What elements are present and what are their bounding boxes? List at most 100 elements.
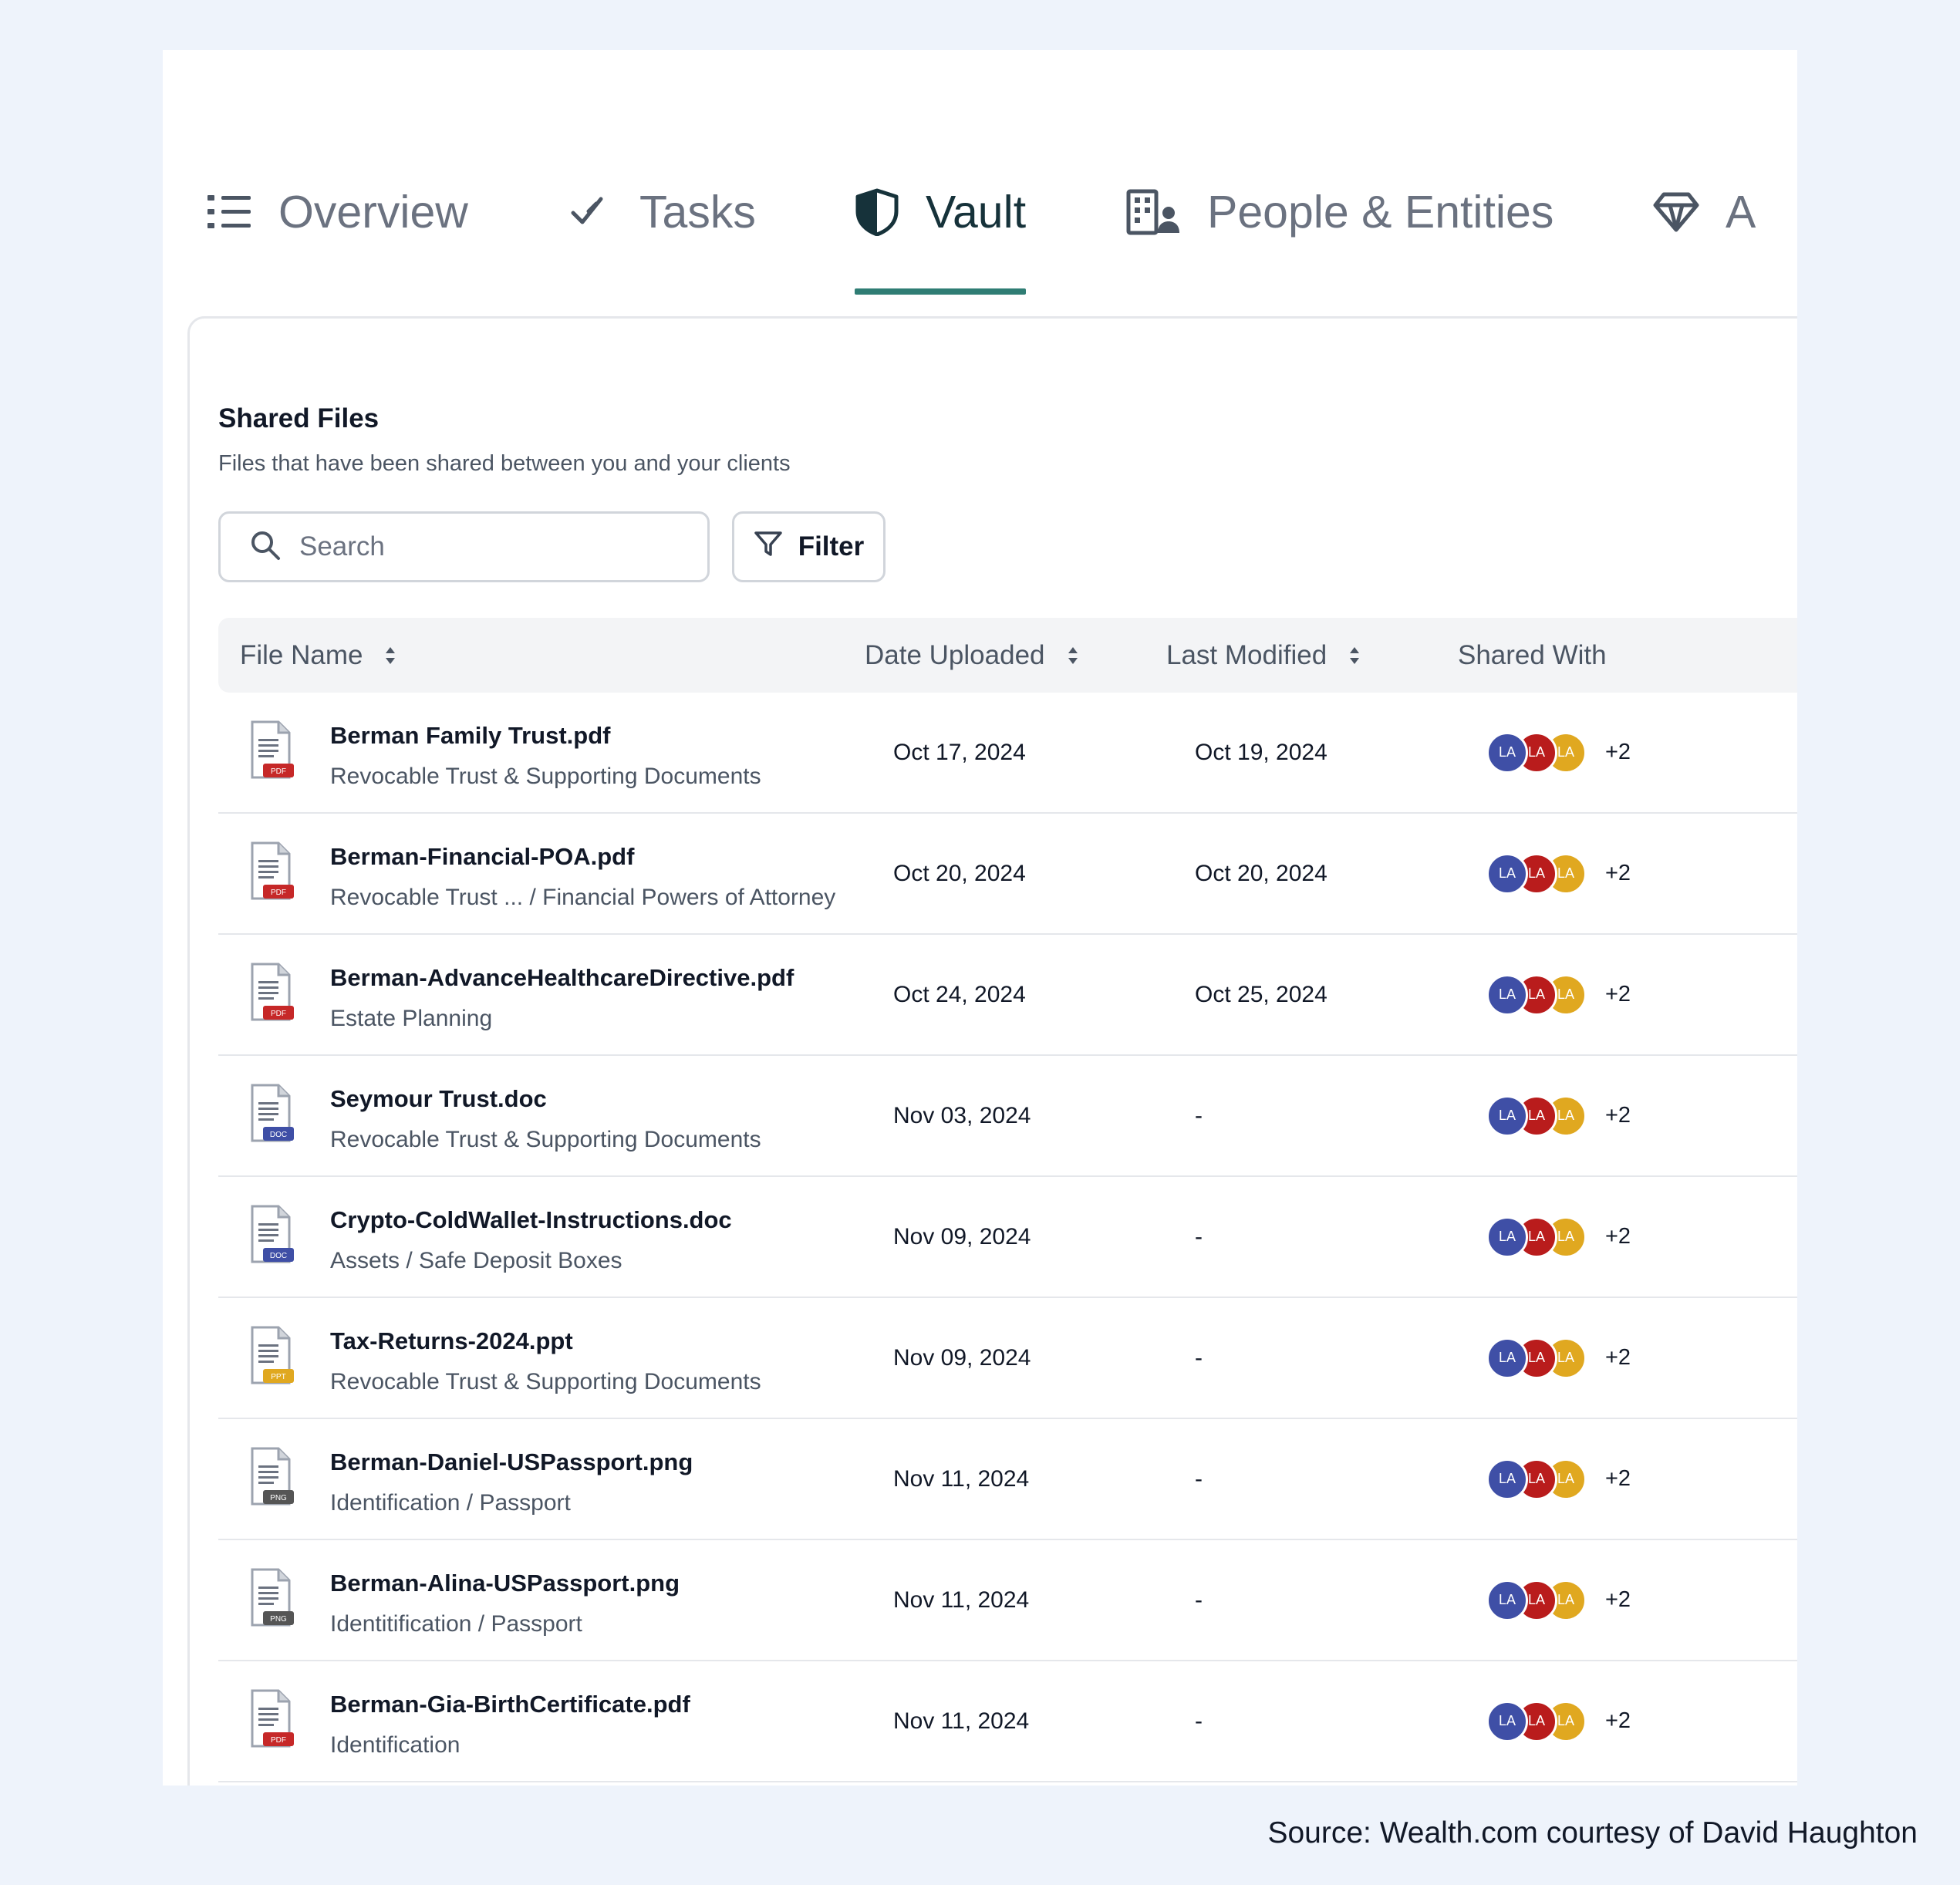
table-row[interactable]: PDF Berman-Gia-BirthCertificate.pdf Iden… <box>218 1661 1797 1782</box>
shared-with[interactable]: LA LA LA +2 <box>1486 1298 1631 1418</box>
tab-people-entities[interactable]: People & Entities <box>1125 158 1553 266</box>
shared-with[interactable]: LA LA LA +2 <box>1486 814 1631 933</box>
last-modified: - <box>1195 1587 1203 1613</box>
building-person-icon <box>1125 188 1181 236</box>
panel-title: Shared Files <box>218 403 380 433</box>
shared-with[interactable]: LA LA LA +2 <box>1486 935 1631 1054</box>
file-name[interactable]: Crypto-ColdWallet-Instructions.doc <box>330 1206 732 1234</box>
last-modified: Oct 19, 2024 <box>1195 739 1327 765</box>
date-uploaded: Nov 09, 2024 <box>893 1223 1031 1249</box>
more-count: +2 <box>1605 982 1631 1007</box>
svg-text:PNG: PNG <box>270 1615 287 1624</box>
file-name[interactable]: Berman-Daniel-USPassport.png <box>330 1448 693 1476</box>
ppt-file-icon: PPT <box>248 1326 295 1388</box>
file-category: Identification / Passport <box>330 1490 571 1516</box>
avatar: LA <box>1486 731 1528 774</box>
filter-button[interactable]: Filter <box>732 511 886 582</box>
shared-with[interactable]: LA LA LA +2 <box>1486 1177 1631 1297</box>
diamond-icon <box>1653 191 1699 233</box>
date-uploaded: Nov 03, 2024 <box>893 1102 1031 1128</box>
tab-label: Tasks <box>639 187 756 238</box>
more-count: +2 <box>1605 1345 1631 1370</box>
date-uploaded: Nov 11, 2024 <box>893 1708 1030 1734</box>
search-box[interactable] <box>218 511 710 582</box>
search-icon <box>250 530 281 565</box>
more-count: +2 <box>1605 1587 1631 1612</box>
column-header-date-uploaded[interactable]: Date Uploaded <box>865 618 1079 693</box>
app-card: Overview Tasks Vault People & Entities A… <box>163 50 1797 1786</box>
shared-with[interactable]: LA LA LA +2 <box>1486 1540 1631 1660</box>
date-uploaded: Oct 20, 2024 <box>893 860 1026 886</box>
svg-text:DOC: DOC <box>270 1252 287 1260</box>
avatar: LA <box>1486 1579 1528 1621</box>
file-name[interactable]: Berman-AdvanceHealthcareDirective.pdf <box>330 964 794 992</box>
avatar: LA <box>1486 1337 1528 1379</box>
panel-subtitle: Files that have been shared between you … <box>218 451 791 476</box>
avatar: LA <box>1486 1094 1528 1137</box>
file-list: PDF Berman Family Trust.pdf Revocable Tr… <box>218 693 1797 1782</box>
shared-with[interactable]: LA LA LA +2 <box>1486 693 1631 812</box>
date-uploaded: Nov 11, 2024 <box>893 1465 1030 1492</box>
last-modified: - <box>1195 1223 1203 1249</box>
avatar: LA <box>1486 1216 1528 1258</box>
tab-bar: Overview Tasks Vault People & Entities A <box>163 50 1756 312</box>
table-row[interactable]: PDF Berman-Financial-POA.pdf Revocable T… <box>218 814 1797 935</box>
table-header: File Name Date Uploaded Last Modified Sh… <box>218 618 1797 693</box>
filter-label: Filter <box>798 531 865 561</box>
more-count: +2 <box>1605 1103 1631 1128</box>
file-name[interactable]: Berman-Alina-USPassport.png <box>330 1570 680 1597</box>
last-modified: - <box>1195 1708 1203 1734</box>
file-name[interactable]: Berman-Financial-POA.pdf <box>330 843 634 871</box>
table-row[interactable]: PDF Berman Family Trust.pdf Revocable Tr… <box>218 693 1797 814</box>
filter-icon <box>754 530 783 565</box>
svg-text:PPT: PPT <box>271 1373 285 1381</box>
last-modified: - <box>1195 1344 1203 1371</box>
file-category: Revocable Trust ... / Financial Powers o… <box>330 885 836 910</box>
table-row[interactable]: PDF Berman-AdvanceHealthcareDirective.pd… <box>218 935 1797 1056</box>
file-category: Estate Planning <box>330 1006 493 1031</box>
file-name[interactable]: Tax-Returns-2024.ppt <box>330 1327 573 1355</box>
tab-tasks[interactable]: Tasks <box>570 158 756 266</box>
pdf-file-icon: PDF <box>248 963 295 1024</box>
more-count: +2 <box>1605 1224 1631 1249</box>
png-file-icon: PNG <box>248 1568 295 1630</box>
tab-label: Vault <box>926 187 1027 238</box>
avatar: LA <box>1486 852 1528 895</box>
shared-with[interactable]: LA LA LA +2 <box>1486 1419 1631 1539</box>
tab-assets[interactable]: A <box>1653 158 1756 266</box>
svg-text:PDF: PDF <box>271 889 286 897</box>
column-header-file-name[interactable]: File Name <box>240 618 396 693</box>
table-row[interactable]: PNG Berman-Alina-USPassport.png Identiti… <box>218 1540 1797 1661</box>
shared-with[interactable]: LA LA LA +2 <box>1486 1056 1631 1175</box>
search-input[interactable] <box>298 531 671 563</box>
svg-text:DOC: DOC <box>270 1131 287 1139</box>
tab-vault[interactable]: Vault <box>855 158 1027 295</box>
table-row[interactable]: DOC Crypto-ColdWallet-Instructions.doc A… <box>218 1177 1797 1298</box>
table-row[interactable]: PNG Berman-Daniel-USPassport.png Identif… <box>218 1419 1797 1540</box>
file-name[interactable]: Seymour Trust.doc <box>330 1085 547 1113</box>
file-category: Assets / Safe Deposit Boxes <box>330 1248 622 1273</box>
active-tab-indicator <box>855 288 1027 295</box>
sort-icon <box>1067 646 1079 666</box>
file-name[interactable]: Berman-Gia-BirthCertificate.pdf <box>330 1691 690 1718</box>
shared-files-panel: Shared Files Files that have been shared… <box>187 316 1797 1786</box>
source-caption: Source: Wealth.com courtesy of David Hau… <box>1267 1816 1918 1850</box>
tab-label: Overview <box>278 187 468 238</box>
checkmark-icon <box>570 193 613 231</box>
avatar: LA <box>1486 1458 1528 1500</box>
svg-text:PDF: PDF <box>271 1736 286 1745</box>
column-header-last-modified[interactable]: Last Modified <box>1166 618 1361 693</box>
file-category: Revocable Trust & Supporting Documents <box>330 764 761 789</box>
file-name[interactable]: Berman Family Trust.pdf <box>330 722 610 750</box>
tab-label: A <box>1726 187 1756 238</box>
date-uploaded: Nov 09, 2024 <box>893 1344 1031 1371</box>
more-count: +2 <box>1605 740 1631 764</box>
table-row[interactable]: DOC Seymour Trust.doc Revocable Trust & … <box>218 1056 1797 1177</box>
table-row[interactable]: PPT Tax-Returns-2024.ppt Revocable Trust… <box>218 1298 1797 1419</box>
last-modified: - <box>1195 1102 1203 1128</box>
shared-with[interactable]: LA LA LA +2 <box>1486 1661 1631 1781</box>
pdf-file-icon: PDF <box>248 841 295 903</box>
tab-overview[interactable]: Overview <box>206 158 468 266</box>
date-uploaded: Nov 11, 2024 <box>893 1587 1030 1613</box>
doc-file-icon: DOC <box>248 1084 295 1145</box>
